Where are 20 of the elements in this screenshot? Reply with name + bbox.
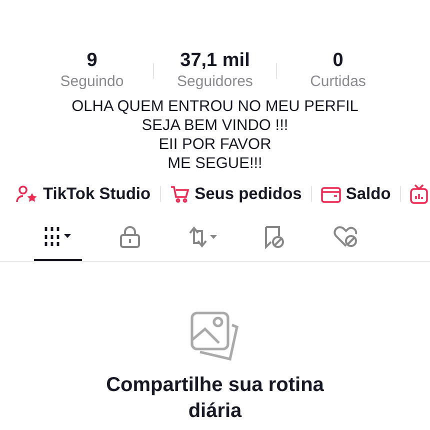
stat-count: 0 <box>332 50 344 72</box>
empty-state-title: Compartilhe sua rotina diária <box>105 373 325 424</box>
grid-icon <box>43 225 73 247</box>
bio-line: EII POR FAVOR <box>158 135 272 154</box>
person-star-icon <box>16 185 38 203</box>
bio-line: SEJA BEM VINDO !!! <box>142 116 288 135</box>
shortcut-link[interactable]: TikTok Studio <box>43 184 151 204</box>
lock-icon <box>119 225 141 249</box>
shortcut-link[interactable]: Seus pedidos <box>194 184 302 204</box>
wallet-icon <box>320 186 341 202</box>
stat-count: 9 <box>86 50 98 72</box>
heart-icon <box>333 225 359 249</box>
bio-line: ME SEGUE!!! <box>168 154 262 173</box>
bio-line: OLHA QUEM ENTROU NO MEU PERFIL <box>72 97 358 116</box>
stat-count: 37,1 mil <box>180 50 250 72</box>
photos-icon <box>189 310 241 362</box>
bookmark-icon <box>262 225 286 249</box>
shortcut-link[interactable]: Saldo <box>346 184 391 204</box>
cart-icon <box>170 185 190 203</box>
tv-icon[interactable] <box>410 184 428 204</box>
